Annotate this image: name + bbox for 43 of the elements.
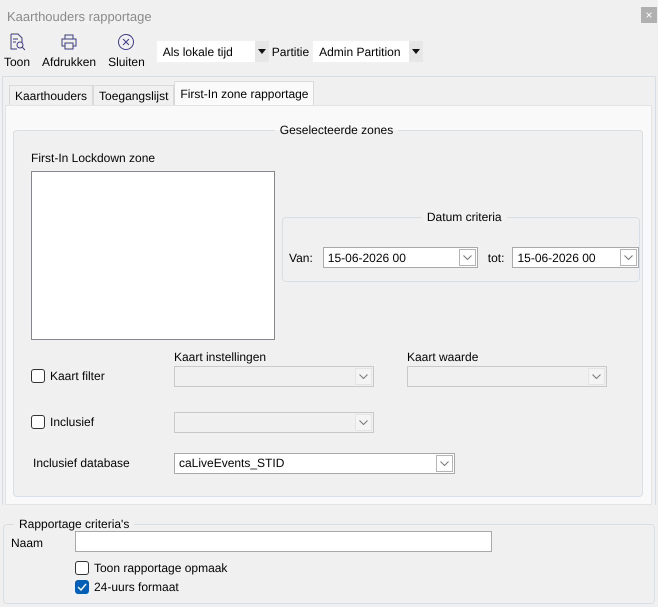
from-date-picker[interactable]: 15-06-2026 00 xyxy=(322,247,478,268)
toolbar-button[interactable]: Toon xyxy=(4,33,30,69)
checkbox-label: Toon rapportage opmaak xyxy=(94,561,228,575)
chevron-down-icon xyxy=(359,374,368,378)
database-dropdown[interactable]: caLiveEvents_STID xyxy=(174,452,455,474)
group-title: Rapportage criteria's xyxy=(18,517,130,531)
dropdown-arrow-icon xyxy=(258,49,266,54)
tab[interactable]: Toegangslijst xyxy=(93,85,174,105)
checkbox[interactable] xyxy=(31,369,45,383)
checkbox-label: Inclusief xyxy=(50,415,94,429)
group-title: Datum criteria xyxy=(426,210,503,224)
chevron-down-icon xyxy=(440,460,449,466)
close-icon xyxy=(117,33,136,51)
tab[interactable]: Kaarthouders xyxy=(9,85,94,105)
list-label: First-In Lockdown zone xyxy=(31,151,156,165)
time-mode-dropdown[interactable]: Als lokale tijd xyxy=(156,41,269,62)
chevron-down-icon xyxy=(462,255,472,260)
toolbar-button[interactable]: Sluiten xyxy=(108,33,145,69)
group-title: Geselecteerde zones xyxy=(278,123,394,137)
column-label: Kaart instellingen xyxy=(174,350,268,364)
from-label: Van: xyxy=(289,250,313,264)
name-label: Naam xyxy=(11,536,44,550)
toolbar-button[interactable]: Afdrukken xyxy=(42,33,96,69)
dropdown-arrow-icon xyxy=(412,49,420,54)
checkbox[interactable] xyxy=(75,580,89,594)
window-title: Kaarthouders rapportage xyxy=(7,8,152,24)
report-search-icon xyxy=(8,33,26,51)
database-label: Inclusief database xyxy=(32,456,131,470)
checkbox-label: Kaart filter xyxy=(50,369,105,383)
tab[interactable]: First-In zone rapportage xyxy=(174,81,314,105)
name-input[interactable] xyxy=(75,531,492,552)
printer-icon xyxy=(60,33,78,51)
checkbox[interactable] xyxy=(31,415,45,429)
to-date-picker[interactable]: 15-06-2026 00 xyxy=(512,247,640,268)
chevron-down-icon xyxy=(592,374,601,378)
chevron-down-icon xyxy=(624,255,634,260)
to-label: tot: xyxy=(488,250,504,264)
checkbox-label: 24-uurs formaat xyxy=(94,580,179,594)
partition-label: Partitie xyxy=(272,45,310,59)
partition-dropdown[interactable]: Admin Partition xyxy=(313,41,424,62)
checkbox[interactable] xyxy=(75,561,89,575)
chevron-down-icon xyxy=(359,420,368,424)
column-label: Kaart waarde xyxy=(407,350,480,364)
